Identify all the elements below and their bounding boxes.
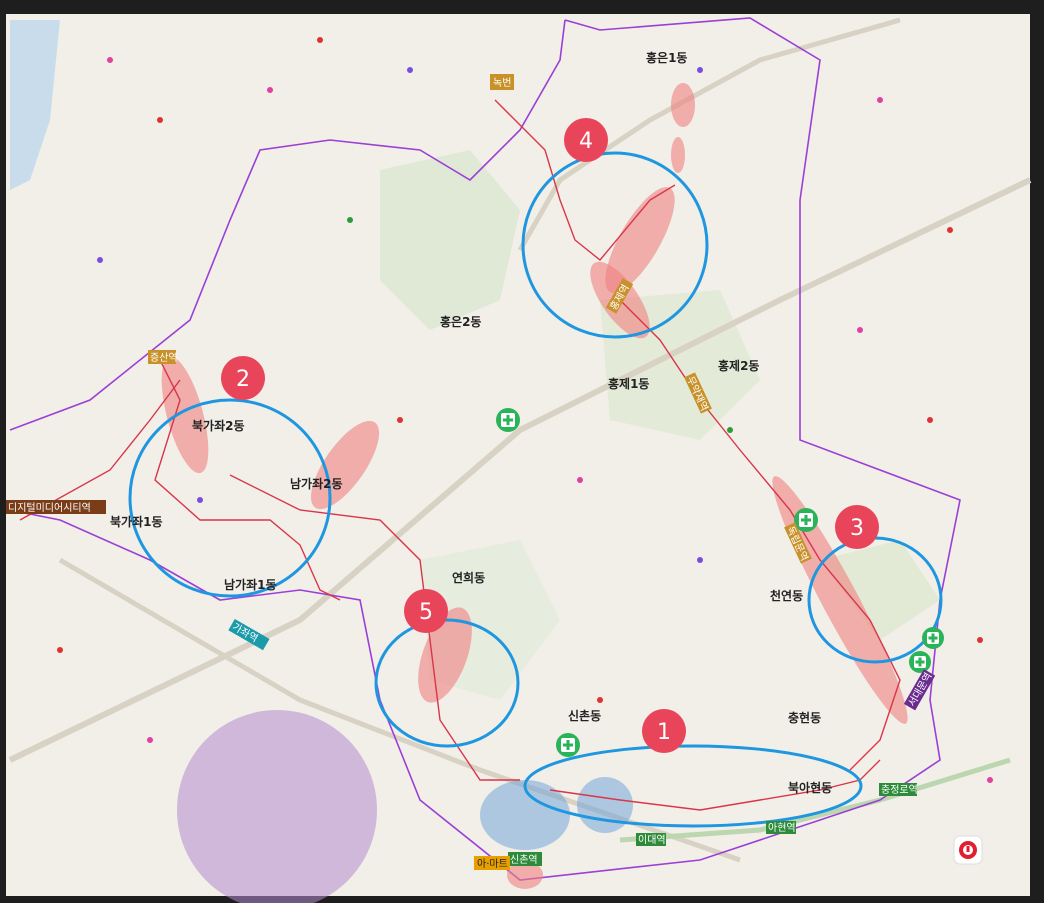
district-d5: 북가좌2동: [192, 418, 245, 433]
location-pin-icon[interactable]: [953, 835, 983, 865]
district-d12: 충현동: [788, 710, 821, 725]
station-s2[interactable]: 디지털미디어시티역: [6, 500, 106, 514]
svg-text:2: 2: [236, 367, 250, 392]
svg-text:3: 3: [850, 516, 864, 541]
map-canvas[interactable]: 녹번 디지털미디어시티역 증산역 가좌역 신촌역 이대역 아현역 충정로역 서대…: [0, 0, 1044, 903]
district-d6: 남가좌2동: [290, 476, 343, 491]
svg-text:아현역: 아현역: [768, 822, 796, 834]
svg-text:디지털미디어시티역: 디지털미디어시티역: [8, 502, 91, 514]
zone-badge-4[interactable]: 4: [564, 118, 608, 162]
district-d10: 천연동: [770, 588, 803, 603]
purple-area: [177, 710, 377, 903]
blue-area: [577, 777, 633, 833]
station-s8[interactable]: 충정로역: [879, 783, 918, 796]
svg-text:증산역: 증산역: [150, 352, 178, 364]
zone-badge-5[interactable]: 5: [404, 589, 448, 633]
district-d9: 연희동: [452, 570, 485, 585]
svg-text:녹번: 녹번: [493, 77, 511, 89]
station-s6[interactable]: 이대역: [636, 833, 666, 846]
svg-text:5: 5: [419, 600, 433, 625]
district-d2: 홍은2동: [440, 314, 481, 329]
district-d13: 북아현동: [788, 780, 832, 795]
district-d7: 북가좌1동: [110, 514, 163, 529]
plus-icon[interactable]: [909, 651, 931, 673]
district-d3: 홍제2동: [718, 358, 759, 373]
map-view[interactable]: 녹번 디지털미디어시티역 증산역 가좌역 신촌역 이대역 아현역 충정로역 서대…: [0, 0, 1044, 903]
zone-badge-3[interactable]: 3: [835, 505, 879, 549]
district-d4: 홍제1동: [608, 376, 649, 391]
hotspot: [671, 83, 695, 127]
station-s1[interactable]: 녹번: [490, 74, 514, 90]
plus-icon[interactable]: [922, 627, 944, 649]
station-s3[interactable]: 증산역: [148, 350, 178, 364]
svg-text:신촌역: 신촌역: [510, 854, 538, 866]
district-d11: 신촌동: [568, 708, 601, 723]
plus-icon[interactable]: [496, 408, 520, 432]
svg-text:1: 1: [657, 720, 671, 745]
svg-text:충정로역: 충정로역: [881, 784, 918, 796]
svg-text:이대역: 이대역: [638, 834, 666, 846]
zone-badge-2[interactable]: 2: [221, 356, 265, 400]
hotspot: [671, 137, 685, 173]
svg-text:4: 4: [579, 129, 593, 154]
zone-badge-1[interactable]: 1: [642, 709, 686, 753]
station-s5[interactable]: 신촌역: [508, 852, 542, 866]
station-s13[interactable]: 아·마트: [474, 856, 510, 870]
svg-text:아·마트: 아·마트: [477, 858, 508, 870]
plus-icon[interactable]: [556, 733, 580, 757]
district-d1: 홍은1동: [646, 50, 687, 65]
station-s7[interactable]: 아현역: [766, 821, 796, 834]
district-d8: 남가좌1동: [224, 577, 277, 592]
